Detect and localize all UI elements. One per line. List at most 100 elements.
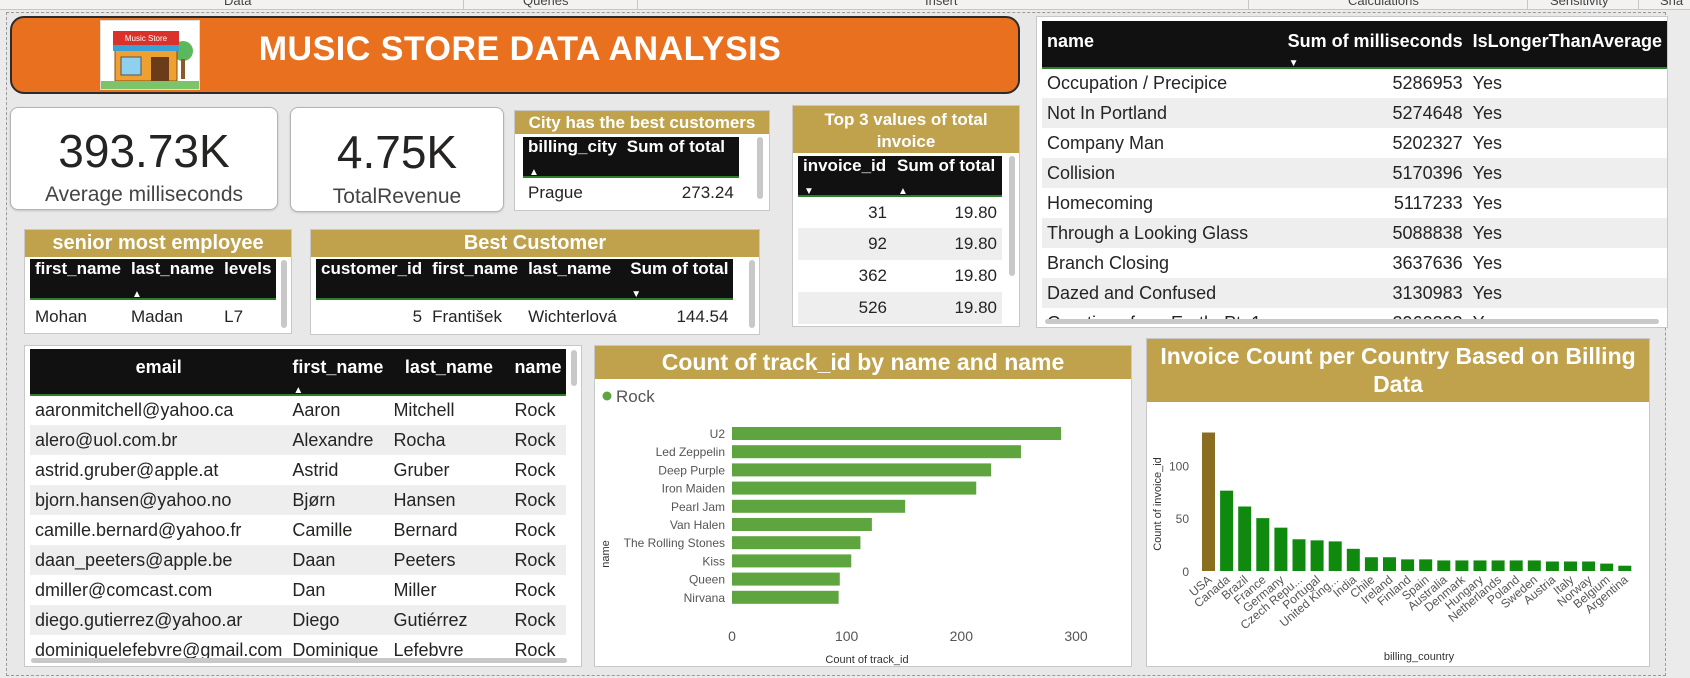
vertical-scrollbar[interactable]	[1009, 156, 1015, 276]
cell-is-longer: Yes	[1472, 252, 1502, 273]
bar	[1383, 557, 1396, 571]
cell-name: Through a Looking Glass	[1042, 218, 1283, 248]
cell-last-name: Rocha	[388, 425, 510, 455]
column-header-billing-city[interactable]: billing_city	[523, 137, 622, 178]
cell-billing-city: Prague	[528, 182, 583, 202]
y-axis-title: Count of invoice_id	[1152, 457, 1164, 551]
column-header-is-longer-than-average[interactable]: IsLongerThanAverage	[1467, 21, 1667, 69]
bar	[732, 445, 1021, 459]
cell-genre: Rock	[509, 605, 567, 635]
ribbon-divider	[1638, 0, 1639, 9]
cell-email: camille.bernard@yahoo.fr	[35, 519, 242, 540]
cell-first-name: Alexandre	[287, 425, 389, 455]
ribbon-section-calculations[interactable]: Calculations	[1348, 0, 1419, 8]
rock-listeners-visual[interactable]: email first_name last_name name aaronmit…	[24, 345, 582, 667]
horizontal-scrollbar[interactable]	[31, 658, 567, 663]
cell-first-name: Mohan	[35, 306, 87, 326]
best-customer-visual[interactable]: Best Customer customer_id first_name las…	[310, 229, 760, 335]
column-header-sum-of-total[interactable]: Sum of total	[621, 137, 739, 178]
bar	[732, 554, 852, 568]
vertical-scrollbar[interactable]	[749, 260, 755, 328]
cell-last-name: Gutiérrez	[388, 605, 510, 635]
column-header-sum-of-total[interactable]: Sum of total	[625, 259, 734, 300]
legend-label: Rock	[616, 387, 655, 406]
column-header-name[interactable]: name	[1042, 21, 1283, 69]
city-best-customers-visual[interactable]: City has the best customers billing_city…	[514, 110, 770, 211]
vertical-scrollbar[interactable]	[757, 137, 763, 199]
column-header-first-name[interactable]: first_name	[287, 349, 389, 396]
category-label: Iron Maiden	[662, 482, 725, 496]
cell-first-name: František	[432, 306, 503, 326]
cell-customer-id: 5	[412, 306, 423, 326]
bar	[1455, 560, 1469, 571]
vertical-scrollbar[interactable]	[571, 350, 577, 386]
bar	[1401, 559, 1415, 571]
y-tick-label: 0	[1182, 565, 1189, 579]
column-header-last-name[interactable]: last_name	[388, 349, 510, 396]
ribbon-bar: Data Queries Insert Calculations Sensiti…	[0, 0, 1690, 10]
kpi-card-average-milliseconds[interactable]: 393.73K Average milliseconds	[10, 107, 278, 210]
bar	[1564, 561, 1577, 571]
cell-first-name: Daan	[287, 545, 389, 575]
column-header-last-name[interactable]: last_name	[125, 259, 220, 300]
y-tick-label: 100	[1169, 459, 1189, 473]
bar	[732, 481, 977, 495]
tracks-table: name Sum of milliseconds IsLongerThanAve…	[1042, 21, 1667, 327]
column-header-invoice-id[interactable]: invoice_id	[798, 156, 892, 197]
ribbon-divider	[637, 0, 638, 9]
cell-first-name: Aaron	[292, 400, 341, 420]
column-header-first-name[interactable]: first_name	[30, 259, 126, 300]
x-axis-title: Count of track_id	[825, 654, 908, 666]
cell-email: aaronmitchell@yahoo.ca	[35, 400, 234, 420]
bar	[1618, 565, 1632, 571]
cell-is-longer: Yes	[1467, 218, 1667, 248]
cell-first-name: Diego	[287, 605, 389, 635]
cell-sum-of-total: 19.80	[954, 266, 997, 285]
cell-last-name: Bernard	[393, 519, 458, 540]
bar	[1292, 539, 1306, 571]
category-label: Pearl Jam	[671, 500, 725, 514]
bar	[1509, 560, 1523, 571]
horizontal-scrollbar[interactable]	[1045, 319, 1659, 324]
column-header-sum-of-milliseconds[interactable]: Sum of milliseconds	[1282, 21, 1468, 69]
tracks-by-artist-chart[interactable]: Count of track_id by name and name Rock …	[594, 345, 1132, 667]
invoice-count-by-country-chart[interactable]: Invoice Count per Country Based on Billi…	[1146, 338, 1650, 667]
cell-is-longer: Yes	[1472, 73, 1502, 93]
kpi-card-total-revenue[interactable]: 4.75K TotalRevenue	[290, 107, 504, 212]
bar	[732, 518, 872, 531]
tracks-longer-than-average-visual[interactable]: name Sum of milliseconds IsLongerThanAve…	[1036, 16, 1668, 328]
ribbon-divider	[463, 0, 464, 9]
cell-genre: Rock	[514, 579, 556, 600]
cell-sum-of-milliseconds: 5202327	[1392, 132, 1463, 153]
best-customer-table: customer_id first_name last_name Sum of …	[316, 259, 734, 333]
column-header-name[interactable]: name	[509, 349, 567, 396]
column-header-sum-of-total[interactable]: Sum of total	[892, 156, 1002, 197]
top3-invoice-visual[interactable]: Top 3 values of total invoice invoice_id…	[792, 105, 1020, 327]
cell-first-name: Camille	[292, 519, 353, 540]
cell-sum-of-milliseconds: 3130983	[1282, 278, 1468, 308]
column-header-levels[interactable]: levels	[219, 259, 277, 300]
ribbon-section-data[interactable]: Data	[224, 0, 251, 8]
visual-title: Best Customer	[311, 230, 759, 257]
column-header-last-name[interactable]: last_name	[523, 259, 626, 300]
bar	[1491, 560, 1505, 571]
cell-name: Homecoming	[1047, 192, 1154, 213]
column-header-customer-id[interactable]: customer_id	[316, 259, 428, 300]
x-tick-label: 200	[950, 628, 974, 644]
bar	[732, 463, 992, 477]
bar	[1310, 540, 1324, 571]
ribbon-section-queries[interactable]: Queries	[523, 0, 569, 8]
ribbon-section-share[interactable]: Sha	[1660, 0, 1683, 8]
chart-title: Invoice Count per Country Based on Billi…	[1147, 339, 1649, 402]
kpi-label: TotalRevenue	[332, 185, 462, 208]
column-header-first-name[interactable]: first_name	[427, 259, 524, 300]
ribbon-section-insert[interactable]: Insert	[925, 0, 958, 8]
senior-employee-visual[interactable]: senior most employee first_name last_nam…	[24, 229, 292, 334]
bar	[1527, 560, 1541, 571]
cell-is-longer: Yes	[1472, 192, 1502, 213]
column-header-email[interactable]: email	[30, 349, 288, 396]
cell-is-longer: Yes	[1467, 278, 1667, 308]
vertical-scrollbar[interactable]	[281, 260, 287, 328]
cell-last-name: Hansen	[388, 485, 510, 515]
ribbon-section-sensitivity[interactable]: Sensitivity	[1550, 0, 1609, 8]
